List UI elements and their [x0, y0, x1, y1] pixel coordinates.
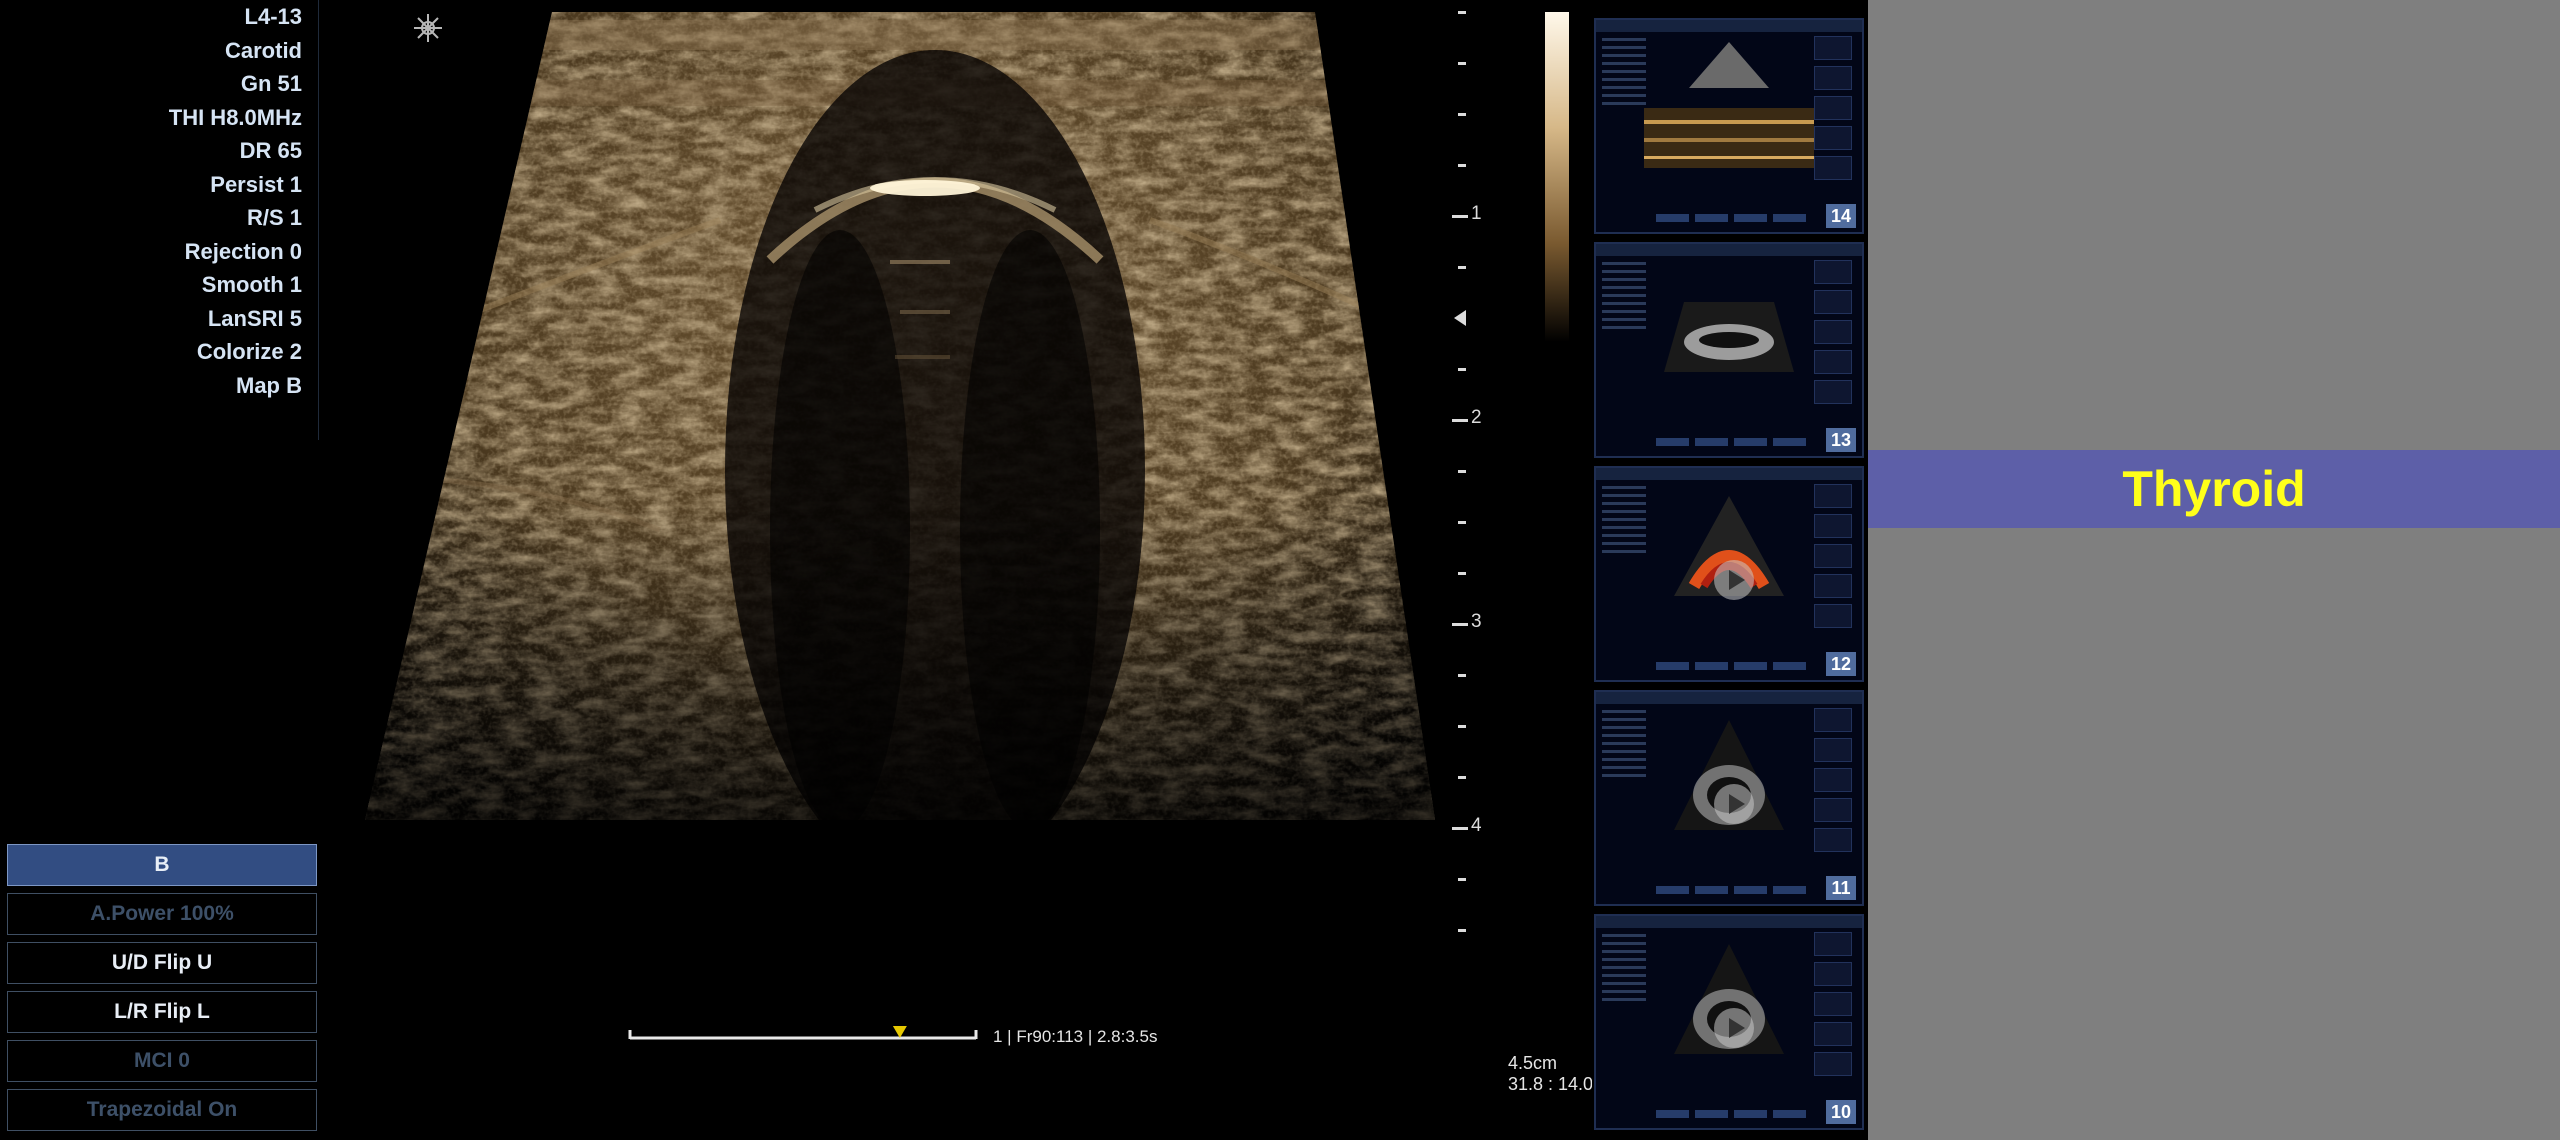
depth-minor-tick — [1458, 674, 1466, 677]
thumbnail-13[interactable]: 13 — [1594, 242, 1864, 458]
depth-minor-tick — [1458, 470, 1466, 473]
thumbnail-header — [1596, 692, 1862, 704]
thumbnail-param-list — [1602, 486, 1646, 558]
thumbnail-image — [1664, 302, 1794, 372]
thumbnail-param-list — [1602, 262, 1646, 334]
thumbnail-param-list — [1602, 38, 1646, 110]
depth-minor-tick — [1458, 878, 1466, 881]
depth-ticks — [1452, 11, 1468, 932]
depth-minor-tick — [1458, 521, 1466, 524]
thumbnail-side-column — [1814, 708, 1856, 868]
cine-info: 1 | Fr90:113 | 2.8:3.5s — [993, 1027, 1158, 1046]
depth-major-tick — [1452, 623, 1468, 626]
thumbnail-number: 13 — [1826, 428, 1856, 452]
param-lansri: LanSRI 5 — [207, 306, 302, 331]
thumbnail-param-list — [1602, 710, 1646, 782]
depth-minor-tick — [1458, 725, 1466, 728]
depth-minor-tick — [1458, 368, 1466, 371]
ud-flip-button[interactable]: U/D Flip U — [7, 942, 317, 984]
play-icon[interactable] — [1714, 1008, 1754, 1048]
depth-major-tick — [1452, 215, 1468, 218]
mode-b-button[interactable]: B — [7, 844, 317, 886]
thumbnail-number: 14 — [1826, 204, 1856, 228]
param-map: Map B — [236, 373, 302, 398]
cine-scrollbar[interactable] — [628, 1024, 978, 1040]
thumbnail-side-column — [1814, 36, 1856, 196]
thumbnail-14[interactable]: 14 — [1594, 18, 1864, 234]
play-icon[interactable] — [1714, 784, 1754, 824]
param-gain: Gn 51 — [240, 71, 302, 96]
param-rs: R/S 1 — [246, 205, 302, 230]
banner-title: Thyroid — [2122, 461, 2306, 517]
thumbnail-10[interactable]: 10 — [1594, 914, 1864, 1130]
thumbnail-side-column — [1814, 484, 1856, 644]
param-persist: Persist 1 — [210, 172, 302, 197]
thumbnail-buttons — [1656, 438, 1806, 446]
depth-minor-tick — [1458, 62, 1466, 65]
thumbnail-header — [1596, 20, 1862, 32]
thumbnail-number: 11 — [1826, 876, 1856, 900]
thumbnail-buttons — [1656, 1110, 1806, 1118]
thumbnail-param-list — [1602, 934, 1646, 1006]
param-smooth: Smooth 1 — [201, 272, 302, 297]
depth-minor-tick — [1458, 572, 1466, 575]
depth-label-1: 1 — [1471, 203, 1482, 224]
depth-label-4: 4 — [1471, 815, 1482, 836]
ultrasound-screen: L4-13 Carotid Gn 51 THI H8.0MHz DR 65 Pe… — [0, 0, 1868, 1140]
acoustic-power-button[interactable]: A.Power 100% — [7, 893, 317, 935]
thumbnail-12[interactable]: 12 — [1594, 466, 1864, 682]
thumbnail-11[interactable]: 11 — [1594, 690, 1864, 906]
thumbnail-buttons — [1656, 214, 1806, 222]
depth-minor-tick — [1458, 266, 1466, 269]
lr-flip-button[interactable]: L/R Flip L — [7, 991, 317, 1033]
ultrasound-image[interactable] — [360, 10, 1440, 910]
depth-readout: 4.5cm — [1508, 1053, 1558, 1073]
depth-major-tick — [1452, 827, 1468, 830]
parameter-list: L4-13 Carotid Gn 51 THI H8.0MHz DR 65 Pe… — [0, 0, 319, 440]
trapezoidal-button[interactable]: Trapezoidal On — [7, 1089, 317, 1131]
param-probe: L4-13 — [244, 4, 302, 29]
depth-minor-tick — [1458, 929, 1466, 932]
mci-button[interactable]: MCI 0 — [7, 1040, 317, 1082]
thumbnail-header — [1596, 244, 1862, 256]
param-frequency: THI H8.0MHz — [168, 105, 302, 130]
cine-position-marker[interactable] — [892, 1026, 907, 1038]
thyroid-banner: Thyroid — [1868, 450, 2560, 528]
thumbnail-side-column — [1814, 932, 1856, 1092]
ratio-readout: 31.8 : 14.0 — [1508, 1074, 1592, 1094]
param-preset: Carotid — [225, 38, 302, 63]
focus-marker-icon[interactable] — [1454, 310, 1466, 326]
depth-label-3: 3 — [1471, 611, 1482, 632]
thumbnail-side-column — [1814, 260, 1856, 420]
play-icon[interactable] — [1714, 560, 1754, 600]
depth-minor-tick — [1458, 776, 1466, 779]
depth-scale — [1452, 11, 1468, 932]
depth-label-2: 2 — [1471, 407, 1482, 428]
thumbnail-image — [1644, 42, 1814, 168]
depth-minor-tick — [1458, 164, 1466, 167]
thumbnail-number: 12 — [1826, 652, 1856, 676]
thumbnail-buttons — [1656, 886, 1806, 894]
title-panel: Thyroid — [1868, 0, 2560, 1140]
depth-major-tick — [1452, 419, 1468, 422]
thumbnail-header — [1596, 468, 1862, 480]
thumbnail-number: 10 — [1826, 1100, 1856, 1124]
depth-minor-tick — [1458, 113, 1466, 116]
param-rejection: Rejection 0 — [184, 239, 302, 264]
depth-minor-tick — [1458, 11, 1466, 14]
gray-map-bar — [1545, 12, 1569, 342]
param-colorize: Colorize 2 — [196, 339, 302, 364]
thumbnail-header — [1596, 916, 1862, 928]
thumbnail-buttons — [1656, 662, 1806, 670]
param-dynamic-range: DR 65 — [239, 138, 302, 163]
